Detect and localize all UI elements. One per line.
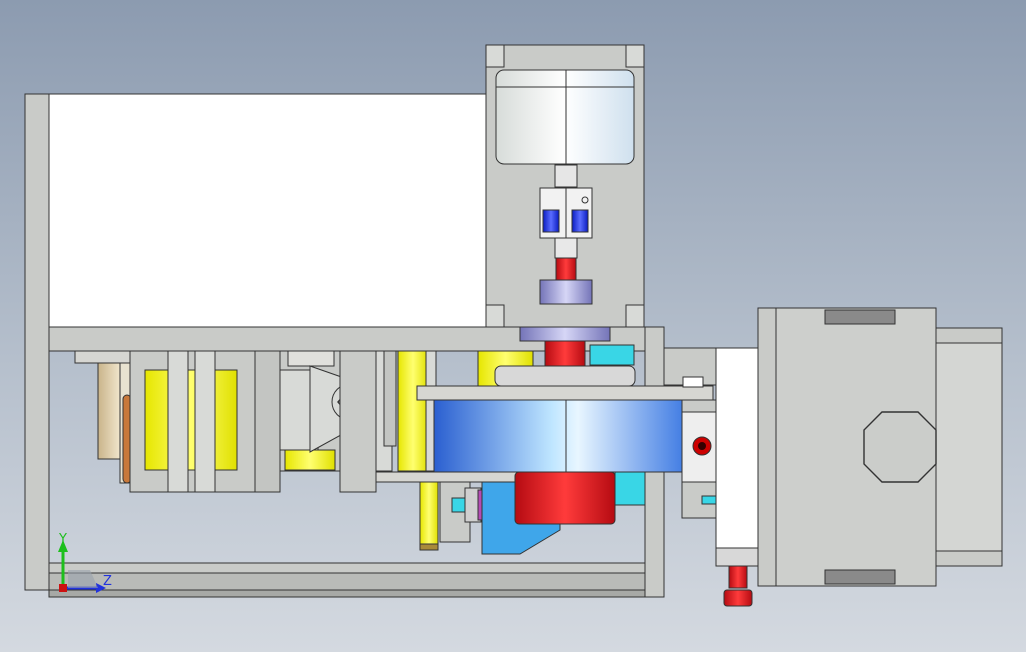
assembly-drawing — [24, 44, 1003, 607]
top-motor — [485, 44, 645, 367]
base-rail-top — [48, 562, 646, 574]
shaft-lower — [544, 340, 586, 367]
shaft-upper — [555, 257, 577, 281]
wheel-top-plate — [416, 385, 714, 401]
motor-body — [495, 69, 635, 165]
bearing-upper — [539, 279, 593, 305]
red-knob — [728, 565, 748, 589]
cad-viewport[interactable]: Y Z — [0, 0, 1026, 652]
right-motor — [757, 307, 1003, 587]
yellow-block-left — [144, 369, 238, 471]
bearing-plate — [519, 326, 611, 342]
octagon-flange-icon — [863, 411, 937, 483]
red-motor-hub — [514, 471, 616, 525]
drive-wheel — [433, 399, 697, 473]
axis-y-label: Y — [59, 532, 67, 547]
white-panel — [48, 93, 487, 328]
axis-z-label: Z — [103, 574, 112, 589]
base-rail — [48, 572, 646, 591]
